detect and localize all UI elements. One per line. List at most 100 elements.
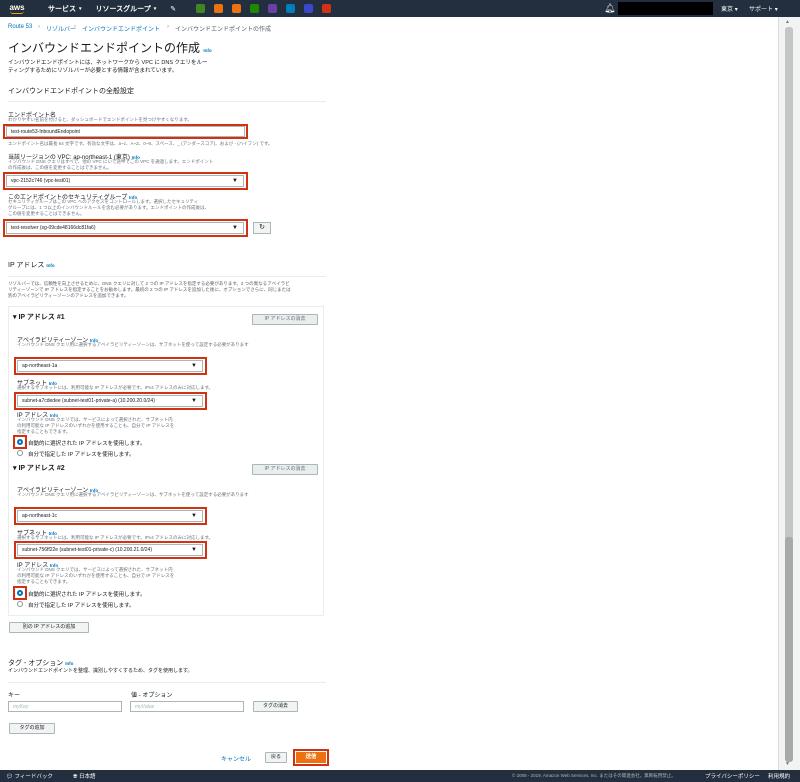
breadcrumb-inbound-endpoints[interactable]: インバウンドエンドポイント [82, 24, 160, 33]
logo-smile-icon [10, 11, 24, 14]
tag-key-input[interactable] [8, 701, 122, 712]
resource-groups-label: リソースグループ [95, 5, 151, 13]
pinned-service-icon[interactable] [286, 4, 296, 13]
remove-tag-button[interactable]: タグの消去 [253, 701, 298, 712]
ip-1-manual-label: 自分で指定した IP アドレスを使用します。 [28, 452, 135, 458]
page-description-line: インバウンドエンドポイントには、ネットワークから VPC に DNS クエリをル… [8, 60, 208, 66]
pinned-service-icon[interactable] [214, 4, 224, 13]
divider [8, 101, 326, 102]
ip-addresses-heading-text: IP アドレス [8, 262, 45, 269]
security-group-help: セキュリティグループはこの VPC へのアクセスをコントロールします。選択したセ… [8, 199, 209, 217]
scrollbar-track [785, 27, 793, 542]
breadcrumb-current: インバウンドエンドポイントの作成 [175, 27, 272, 33]
footer: 💬︎ フィードバック 🌐︎ 日本語 © 2008 - 2019, Amazon … [0, 770, 800, 782]
pinned-service-icon[interactable] [304, 4, 314, 13]
tags-description: インバウンドエンドポイントを整理、識別しやすくするため、タグを使用します。 [8, 668, 193, 674]
ip-2-manual-radio[interactable] [17, 601, 23, 607]
ip-addresses-description-line: 別のアベイラビリティーゾーンのアドレスを追加できます。 [8, 293, 129, 298]
feedback-icon: 💬︎ [6, 774, 13, 780]
page-title-text: インバウンドエンドポイントの作成 [8, 41, 201, 55]
endpoint-name-help: わかりやすい名前を付けると、ダッシュボードでエンドポイントを見つけやすくなります… [8, 117, 192, 122]
add-ip-address-button[interactable]: 別の IP アドレスの追加 [9, 622, 89, 633]
region-label: 東京 [721, 7, 734, 13]
ip-address-2-help-line: 指定することもできます。 [17, 579, 71, 584]
pinned-service-icon[interactable] [250, 4, 260, 13]
remove-ip-address-2-button[interactable]: IP アドレスの消去 [252, 464, 318, 475]
tag-value-input[interactable] [130, 701, 244, 712]
support-label: サポート [749, 7, 774, 13]
language-selector[interactable]: 🌐︎ 日本語 [73, 772, 95, 781]
az-2-help: インバウンド DNS クエリ用に選択するアベイラビリティーゾーンは、サブネットを… [17, 492, 249, 497]
breadcrumb-separator-icon: › [38, 24, 40, 30]
feedback-link[interactable]: 💬︎ フィードバック [6, 772, 53, 780]
highlight-box [13, 435, 27, 449]
services-menu[interactable]: サービス ▾ [48, 4, 82, 14]
pinned-service-icon[interactable] [232, 4, 242, 13]
globe-icon: 🌐︎ [73, 774, 78, 780]
pinned-service-icon[interactable] [196, 4, 206, 13]
aws-logo[interactable]: aws [0, 0, 34, 17]
info-link[interactable]: Info [65, 661, 73, 666]
vpc-help: インバウンド DNS クエリはすべて、他の VPC にいて途中でこの VPC を… [8, 159, 213, 171]
scrollbar[interactable]: ▲ ▼ [778, 17, 800, 770]
bell-icon[interactable]: 🔔︎ [604, 3, 615, 14]
page-description: インバウンドエンドポイントには、ネットワークから VPC に DNS クエリをル… [8, 59, 208, 75]
pinned-service-icon[interactable] [322, 4, 332, 13]
ip-2-auto-label: 自動的に選択された IP アドレスを使用します。 [28, 592, 146, 598]
ip-address-1-heading[interactable]: ▾ IP アドレス #1 [13, 312, 65, 322]
services-label: サービス [48, 5, 76, 13]
info-link[interactable]: Info [203, 48, 211, 53]
remove-ip-address-1-button[interactable]: IP アドレスの消去 [252, 314, 318, 325]
scroll-up-icon[interactable]: ▲ [785, 19, 790, 25]
endpoint-name-rule: エンドポイント名は最長 64 文字です。有効な文字は、a~z、A~Z、0~9、ス… [8, 141, 273, 146]
refresh-button[interactable]: ↻ [253, 222, 271, 234]
region-menu[interactable]: 東京 ▾ [721, 4, 738, 13]
language-label: 日本語 [78, 774, 96, 780]
highlight-box [3, 219, 248, 237]
chevron-down-icon: ▾ [774, 7, 778, 13]
page-description-line: ティングするためにリゾルバーが必要とする情報が含まれています。 [8, 68, 178, 74]
pin-icon[interactable]: ✎ [170, 5, 176, 13]
highlight-box [293, 749, 329, 766]
account-menu-redacted[interactable] [618, 2, 713, 15]
chevron-down-icon: ▾ [79, 5, 82, 12]
ip-address-1-help-line: 指定することもできます。 [17, 429, 71, 434]
ip-1-auto-label: 自動的に選択された IP アドレスを使用します。 [28, 441, 146, 447]
tag-key-label: キー [8, 693, 21, 699]
support-menu[interactable]: サポート ▾ [749, 4, 778, 13]
breadcrumb-separator-icon: › [167, 24, 169, 30]
add-tag-button[interactable]: タグの追加 [9, 723, 55, 734]
resource-groups-menu[interactable]: リソースグループ ▾ [96, 4, 157, 14]
cancel-link[interactable]: キャンセル [221, 754, 251, 763]
chevron-down-icon: ▾ [153, 5, 157, 12]
main-content: Route 53 › リゾルバー › インバウンドエンドポイント › インバウン… [0, 17, 778, 770]
logo-text: aws [9, 2, 25, 12]
feedback-label: フィードバック [14, 774, 53, 780]
refresh-icon: ↻ [259, 224, 265, 231]
highlight-box [14, 541, 207, 559]
vpc-help-line: の作成後は、この値を変更することはできません。 [8, 165, 112, 170]
page-title: インバウンドエンドポイントの作成 Info [8, 39, 212, 56]
scroll-down-icon[interactable]: ▼ [785, 761, 790, 767]
info-link[interactable]: Info [46, 263, 54, 268]
breadcrumb-separator-icon: › [74, 24, 76, 30]
pinned-service-icon[interactable] [268, 4, 278, 13]
top-navigation: aws サービス ▾ リソースグループ ▾ ✎ 🔔︎ 東京 ▾ サポート ▾ [0, 0, 800, 17]
ip-address-2-heading[interactable]: ▾ IP アドレス #2 [13, 463, 65, 473]
breadcrumb-resolver[interactable]: リゾルバー [46, 24, 76, 33]
ip-1-manual-radio[interactable] [17, 450, 23, 456]
az-1-help: インバウンド DNS クエリ用に選択するアベイラビリティーゾーンは、サブネットを… [17, 342, 249, 347]
divider [8, 682, 326, 683]
tags-heading-text: タグ - オプション [8, 660, 64, 667]
breadcrumb-route53[interactable]: Route 53 [8, 24, 32, 30]
scrollbar-thumb[interactable] [785, 537, 793, 762]
pinned-services [196, 4, 332, 13]
ip-address-2-help: インバウンド DNS クエリでは、サービスによって選択された、サブネット内 の利… [17, 567, 174, 585]
privacy-policy-link[interactable]: プライバシーポリシー [705, 772, 760, 780]
back-button[interactable]: 戻る [265, 752, 287, 763]
copyright-text: © 2008 - 2019, Amazon Web Services, Inc.… [512, 773, 676, 778]
subnet-1-help: 選択するサブネットには、利用可能な IP アドレスが必要です。IPv4 アドレス… [17, 385, 214, 390]
terms-link[interactable]: 利用規約 [768, 772, 790, 780]
ip-address-1-help: インバウンド DNS クエリでは、サービスによって選択された、サブネット内 の利… [17, 417, 174, 435]
highlight-box [14, 507, 207, 525]
